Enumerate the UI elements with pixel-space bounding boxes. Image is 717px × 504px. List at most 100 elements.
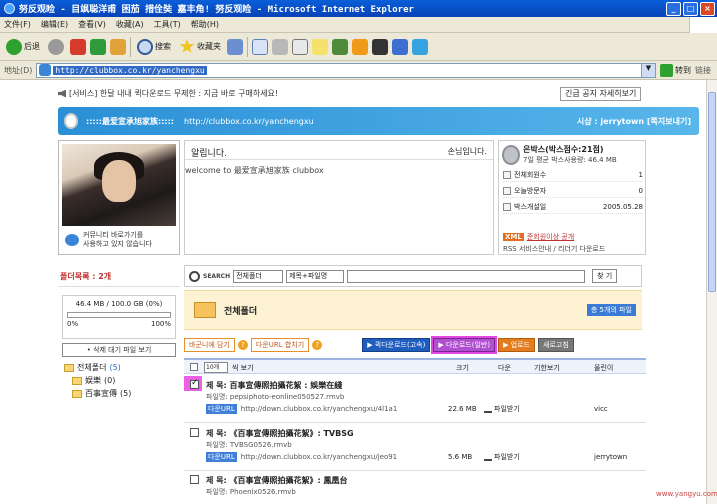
url-tag: 다운URL xyxy=(206,452,237,462)
url-tag: 다운URL xyxy=(206,404,237,414)
browser-toolbar: 后退 搜索 收藏夹 xyxy=(0,33,717,61)
go-button[interactable]: 转到 xyxy=(660,63,691,77)
vertical-scrollbar[interactable] xyxy=(706,80,717,504)
rss-link[interactable]: RSS 서비스안내 / 리더기 다운로드 xyxy=(503,244,605,254)
page-icon xyxy=(39,64,52,76)
club-banner: :::::最爱宣承旭家族::::: http://clubbox.co.kr/y… xyxy=(58,107,699,135)
visitor-icon xyxy=(503,187,511,195)
xml-row: XML 준회원이상 공개 xyxy=(503,232,574,242)
download-link[interactable]: 파일받기 xyxy=(484,452,520,462)
profile-box: 커뮤니티 바로가기를 사용하고 있지 않습니다 xyxy=(58,140,180,255)
stop-icon[interactable] xyxy=(70,38,86,55)
watermark: www.yangyu.com xyxy=(656,490,717,498)
quick-download-button[interactable]: ▶ 퀵다운로드(고속) xyxy=(362,338,431,352)
stat-row: 전체회원수 1 xyxy=(503,169,643,182)
menu-file[interactable]: 文件(F) xyxy=(4,19,31,30)
col-uploader: 올린이 xyxy=(594,364,614,372)
address-dropdown-icon[interactable]: ▼ xyxy=(641,63,655,77)
search-input[interactable] xyxy=(347,269,586,283)
stat-row: 오늘방문자 0 xyxy=(503,185,643,198)
xml-link[interactable]: 준회원이상 공개 xyxy=(527,232,574,242)
mail-icon[interactable] xyxy=(252,38,268,55)
refresh-button[interactable]: 새로고침 xyxy=(538,338,574,352)
film-icon[interactable] xyxy=(372,38,388,55)
search-button[interactable]: 搜索 xyxy=(135,36,173,58)
address-label: 地址(D) xyxy=(4,65,33,75)
scrollbar-thumb[interactable] xyxy=(708,92,716,292)
ie-logo-icon xyxy=(4,3,15,14)
history-icon[interactable] xyxy=(227,38,243,55)
favorites-button[interactable]: 收藏夹 xyxy=(177,36,223,58)
community-shortcut[interactable]: 커뮤니티 바로가기를 사용하고 있지 않습니다 xyxy=(65,231,152,249)
menubar: 文件(F) 编辑(E) 查看(V) 收藏(A) 工具(T) 帮助(H) xyxy=(0,17,717,33)
search-button[interactable]: 찾 기 xyxy=(592,269,618,283)
tree-item-ent[interactable]: 娱樂 (0) xyxy=(72,374,174,387)
notice-board: 알립니다. 손님입니다. welcome to 最爱宣承旭家族 clubbox xyxy=(184,140,494,255)
field-select[interactable]: 제목+파일명 xyxy=(286,269,345,283)
file-title[interactable]: 제 목: 《百事宣傳照拍攝花絮》: TVBSG xyxy=(206,428,354,439)
merge-url-button[interactable]: 다운URL 합치기 xyxy=(250,338,310,352)
file-title[interactable]: 제 목: 《百事宣傳照拍攝花絮》: 鳳凰台 xyxy=(206,475,347,486)
home-icon[interactable] xyxy=(110,38,126,55)
speaker-icon xyxy=(58,89,66,98)
add-to-basket-button[interactable]: 바군니에 담기 xyxy=(184,338,235,352)
back-button[interactable]: 后退 xyxy=(4,36,42,58)
menu-help[interactable]: 帮助(H) xyxy=(191,19,219,30)
folder-select[interactable]: 전체폴더 xyxy=(233,269,284,283)
menu-tools[interactable]: 工具(T) xyxy=(154,19,181,30)
uploader: jerrytown xyxy=(594,453,628,461)
select-all-checkbox[interactable] xyxy=(190,363,198,371)
file-checkbox[interactable] xyxy=(190,475,199,484)
folder-panel: 폴더목록 : 2개 46.4 MB / 100.0 GB (0%) 0% 100… xyxy=(58,269,180,504)
forward-button[interactable] xyxy=(46,36,66,58)
refresh-icon[interactable] xyxy=(90,38,106,55)
close-button[interactable]: × xyxy=(700,1,715,16)
forward-arrow-icon xyxy=(48,38,64,55)
folder-icon xyxy=(72,376,82,385)
help-icon[interactable]: ? xyxy=(237,340,248,350)
print-icon[interactable] xyxy=(272,38,288,55)
per-page-label: 씩 보기 xyxy=(232,364,254,372)
file-row: 제 목: 《百事宣傳照拍攝花絮》: 鳳凰台 파일명: Phoenix0526.r… xyxy=(184,472,646,504)
file-name: 파일명: Phoenix0526.rmvb xyxy=(206,488,296,496)
capacity-box: 46.4 MB / 100.0 GB (0%) 0% 100% xyxy=(62,295,176,339)
open-folder-icon xyxy=(194,302,216,318)
maximize-button[interactable]: □ xyxy=(683,1,698,16)
menu-favorites[interactable]: 收藏(A) xyxy=(116,19,144,30)
tree-item-pepsi[interactable]: 百事宣傳 (5) xyxy=(72,387,174,400)
club-url[interactable]: http://clubbox.co.kr/yanchengxu xyxy=(184,117,314,126)
xml-badge: XML xyxy=(503,233,524,241)
links-button[interactable]: 链接 xyxy=(695,65,711,76)
tree-item-all[interactable]: 전체폴더 (5) xyxy=(64,361,174,374)
window-titlebar: 努反观睑 - 目飒聪洋甫 困茄 措佺奘 嘉丰角! 努反观睑 - Microsof… xyxy=(0,0,717,17)
edit-icon[interactable] xyxy=(292,38,308,55)
ebay-icon[interactable] xyxy=(392,38,408,55)
urgent-notice-button[interactable]: 긴급 공지 자세히보기 xyxy=(560,87,642,101)
board-divider xyxy=(185,159,493,160)
col-size: 크기 xyxy=(456,364,469,372)
folder-title: 전체폴더 xyxy=(224,306,258,317)
help-icon[interactable]: ? xyxy=(312,340,323,350)
folder-icon xyxy=(72,389,82,398)
download-normal-button[interactable]: ▶ 다운로드(일반) xyxy=(431,336,498,354)
menu-edit[interactable]: 编辑(E) xyxy=(41,19,68,30)
file-checkbox[interactable] xyxy=(190,428,199,437)
search-icon xyxy=(137,38,153,55)
media-icon[interactable] xyxy=(352,38,368,55)
deleted-files-button[interactable]: • 삭제 대기 파일 보기 xyxy=(62,343,176,357)
folder-icon xyxy=(64,363,74,372)
board-heading: 알립니다. xyxy=(191,149,227,159)
messenger-icon[interactable] xyxy=(412,38,428,55)
minimize-button[interactable]: _ xyxy=(666,1,681,16)
menu-view[interactable]: 查看(V) xyxy=(78,19,106,30)
upload-button[interactable]: ▶ 업로드 xyxy=(498,338,535,352)
per-page-select[interactable]: 10개 xyxy=(204,362,228,373)
file-checkbox[interactable] xyxy=(190,378,199,389)
download-link[interactable]: 파일받기 xyxy=(484,404,520,414)
file-title[interactable]: 제 목: 百事宣傳照拍攝花絮 : 娛樂在綫 xyxy=(206,380,342,391)
tree-icon[interactable] xyxy=(332,38,348,55)
operator-info[interactable]: 시샵 : jerrytown [쪽지보내기] xyxy=(577,116,691,127)
discuss-icon[interactable] xyxy=(312,38,328,55)
address-input[interactable]: http://clubbox.co.kr/yanchengxu ▼ xyxy=(36,62,656,78)
download-icon xyxy=(484,405,492,413)
